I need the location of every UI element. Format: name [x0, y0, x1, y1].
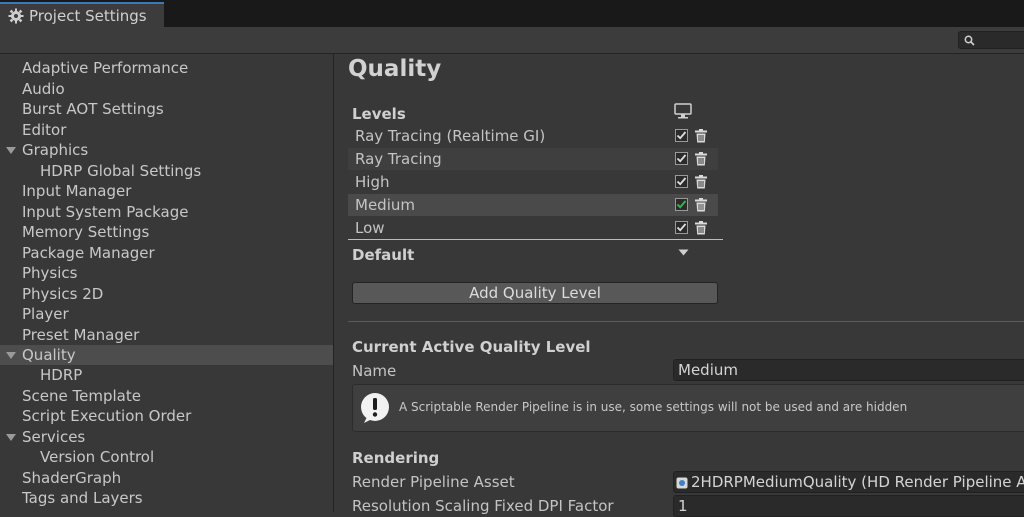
quality-level-name: High [355, 173, 390, 191]
sidebar-item-label: Burst AOT Settings [22, 100, 164, 118]
sidebar-item-graphics[interactable]: Graphics [0, 140, 333, 160]
sidebar-item-label: Script Execution Order [22, 407, 192, 425]
sidebar-item-label: HDRP Global Settings [40, 162, 202, 180]
info-helpbox: A Scriptable Render Pipeline is in use, … [352, 384, 1024, 432]
quality-level-name: Ray Tracing [355, 150, 442, 168]
sidebar-item-input-manager[interactable]: Input Manager [0, 181, 333, 201]
foldout-arrow-icon[interactable] [6, 434, 16, 441]
sidebar-item-package-manager[interactable]: Package Manager [0, 243, 333, 263]
sidebar-item-tags-and-layers[interactable]: Tags and Layers [0, 488, 333, 508]
sidebar-item-adaptive-performance[interactable]: Adaptive Performance [0, 58, 333, 78]
levels-divider [348, 239, 723, 240]
gear-icon [8, 8, 24, 23]
sidebar-item-label: Input System Package [22, 203, 189, 221]
window-titlebar: Project Settings [0, 0, 1024, 27]
rendering-header: Rendering [352, 449, 440, 467]
sidebar-item-player[interactable]: Player [0, 304, 333, 324]
sidebar-item-label: Package Manager [22, 244, 155, 262]
quality-level-name: Medium [355, 196, 415, 214]
quality-level-row[interactable]: Ray Tracing (Realtime GI) [348, 125, 718, 147]
sidebar-item-label: ShaderGraph [22, 469, 122, 487]
quality-level-name: Ray Tracing (Realtime GI) [355, 127, 546, 145]
sidebar-item-audio[interactable]: Audio [0, 79, 333, 99]
sidebar-item-memory-settings[interactable]: Memory Settings [0, 222, 333, 242]
render-pipeline-asset-label: Render Pipeline Asset [352, 473, 515, 491]
foldout-arrow-icon[interactable] [6, 352, 16, 359]
toolbar [0, 27, 1024, 54]
checkbox-checked-icon[interactable] [675, 129, 688, 142]
asset-icon [676, 477, 688, 489]
sidebar: Adaptive Performance Audio Burst AOT Set… [0, 54, 334, 512]
trash-icon[interactable] [694, 152, 708, 166]
sidebar-item-label: Scene Template [22, 387, 141, 405]
sidebar-item-label: Version Control [40, 448, 155, 466]
sidebar-item-preset-manager[interactable]: Preset Manager [0, 325, 333, 345]
sidebar-item-label: Editor [22, 121, 67, 139]
sidebar-item-physics-2d[interactable]: Physics 2D [0, 284, 333, 304]
sidebar-item-hdrp[interactable]: HDRP [0, 365, 333, 385]
sidebar-item-label: Physics [22, 264, 78, 282]
sidebar-item-script-execution-order[interactable]: Script Execution Order [0, 406, 333, 426]
sidebar-item-label: Memory Settings [22, 223, 150, 241]
help-message: A Scriptable Render Pipeline is in use, … [399, 400, 908, 414]
page-title: Quality [348, 56, 442, 82]
sidebar-item-physics[interactable]: Physics [0, 263, 333, 283]
checkbox-checked-icon[interactable] [675, 221, 688, 234]
quality-level-row[interactable]: Ray Tracing [348, 148, 718, 170]
sidebar-item-label: Tags and Layers [22, 489, 143, 507]
sidebar-item-label: Audio [22, 80, 65, 98]
name-label: Name [352, 362, 397, 380]
dpi-factor-label: Resolution Scaling Fixed DPI Factor [352, 497, 614, 515]
sidebar-item-input-system-package[interactable]: Input System Package [0, 202, 333, 222]
sidebar-item-quality[interactable]: Quality [0, 345, 333, 365]
trash-icon[interactable] [694, 221, 708, 235]
trash-icon[interactable] [694, 198, 708, 212]
quality-level-row-selected[interactable]: Medium [348, 194, 718, 216]
quality-level-row[interactable]: Low [348, 217, 718, 239]
sidebar-item-version-control[interactable]: Version Control [0, 447, 333, 467]
render-pipeline-asset-field[interactable]: 2HDRPMediumQuality (HD Render Pipeline A… [673, 471, 1024, 493]
sidebar-item-label: Services [22, 428, 86, 446]
checkbox-active-check-icon[interactable] [675, 198, 688, 211]
sidebar-item-label: Preset Manager [22, 326, 140, 344]
search-input[interactable] [958, 31, 1024, 49]
sidebar-item-label: Physics 2D [22, 285, 104, 303]
dpi-factor-field[interactable]: 1 [673, 495, 1024, 517]
sidebar-item-label: Quality [22, 346, 76, 364]
sidebar-item-label: Graphics [22, 141, 89, 159]
sidebar-item-services[interactable]: Services [0, 427, 333, 447]
quality-level-name: Low [355, 219, 385, 237]
checkbox-checked-icon[interactable] [675, 175, 688, 188]
search-icon [964, 35, 975, 46]
quality-level-row[interactable]: High [348, 171, 718, 193]
monitor-icon [674, 103, 692, 119]
trash-icon[interactable] [694, 129, 708, 143]
checkbox-checked-icon[interactable] [675, 152, 688, 165]
warning-icon [361, 393, 389, 423]
levels-header: Levels [352, 105, 406, 123]
sidebar-item-label: Player [22, 305, 69, 323]
current-level-header: Current Active Quality Level [352, 338, 591, 356]
sidebar-item-editor[interactable]: Editor [0, 120, 333, 140]
section-divider [348, 321, 1024, 322]
sidebar-item-hdrp-global-settings[interactable]: HDRP Global Settings [0, 161, 333, 181]
render-pipeline-asset-value: 2HDRPMediumQuality (HD Render Pipeline A… [691, 473, 1024, 491]
tab-project-settings[interactable]: Project Settings [0, 2, 164, 27]
sidebar-item-scene-template[interactable]: Scene Template [0, 386, 333, 406]
default-label: Default [352, 246, 415, 264]
sidebar-item-label: Adaptive Performance [22, 59, 189, 77]
sidebar-item-shadergraph[interactable]: ShaderGraph [0, 468, 333, 488]
sidebar-item-label: HDRP [40, 366, 83, 384]
sidebar-item-burst-aot-settings[interactable]: Burst AOT Settings [0, 99, 333, 119]
chevron-down-icon[interactable] [678, 249, 689, 256]
add-quality-level-button[interactable]: Add Quality Level [352, 282, 718, 304]
settings-panel: Quality Levels Ray Tracing (Realtime GI)… [334, 54, 1024, 517]
trash-icon[interactable] [694, 175, 708, 189]
window-title: Project Settings [29, 6, 147, 25]
sidebar-item-label: Input Manager [22, 182, 132, 200]
foldout-arrow-icon[interactable] [6, 147, 16, 154]
name-field[interactable]: Medium [673, 359, 1024, 381]
